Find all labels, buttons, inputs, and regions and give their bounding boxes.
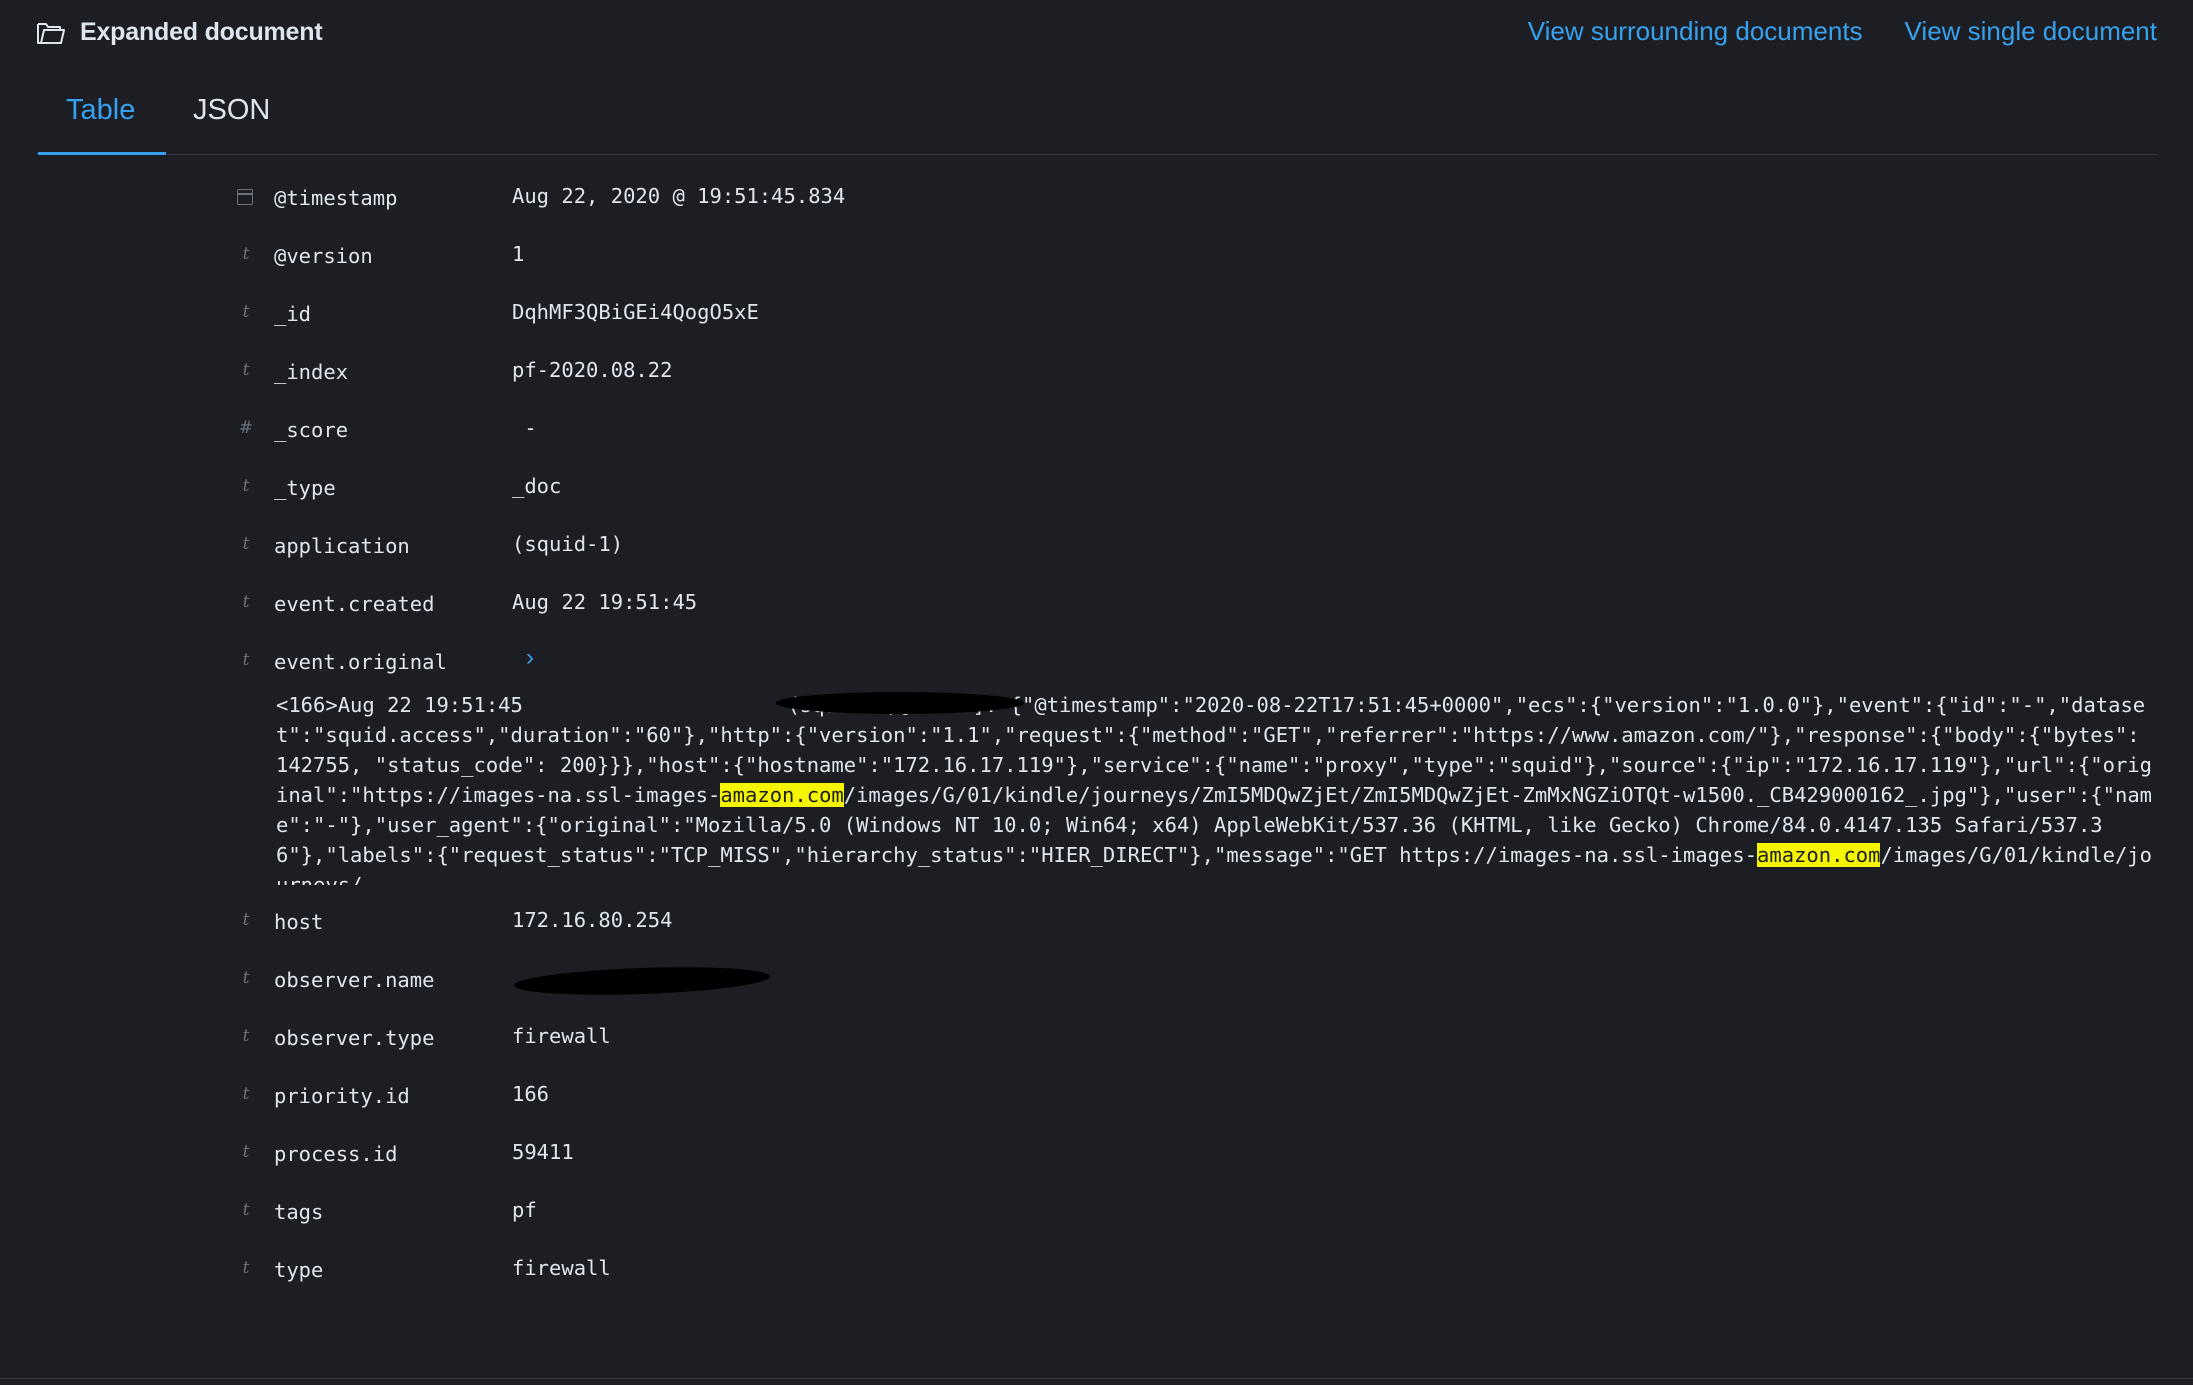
field-value: DqhMF3QBiGEi4QogO5xE bbox=[512, 300, 759, 324]
field-value: 172.16.80.254 bbox=[512, 908, 673, 932]
field-row-process-id: t process.id 59411 bbox=[236, 1134, 2157, 1192]
field-value: Aug 22, 2020 @ 19:51:45.834 bbox=[512, 184, 846, 208]
field-value: Aug 22 19:51:45 bbox=[512, 590, 698, 614]
field-name: _id bbox=[274, 302, 312, 326]
field-value: firewall bbox=[512, 1024, 611, 1048]
field-row-type: t _type _doc bbox=[236, 468, 2157, 526]
field-name: observer.name bbox=[274, 968, 435, 992]
field-value: pf-2020.08.22 bbox=[512, 358, 673, 382]
tab-table[interactable]: Table bbox=[66, 94, 135, 127]
string-type-icon: t bbox=[242, 476, 250, 496]
field-row-observer-name: t observer.name bbox=[236, 960, 2157, 1018]
view-single-document-link[interactable]: View single document bbox=[1905, 16, 2157, 47]
field-value: 166 bbox=[512, 1082, 550, 1106]
field-value: 59411 bbox=[512, 1140, 574, 1164]
footer-divider bbox=[0, 1378, 2193, 1379]
tab-json[interactable]: JSON bbox=[193, 94, 270, 127]
folder-open-icon bbox=[36, 19, 66, 47]
field-row-version: t @version 1 bbox=[236, 236, 2157, 294]
string-type-icon: t bbox=[242, 302, 250, 322]
document-tabs: Table JSON bbox=[38, 78, 2157, 155]
field-name: @timestamp bbox=[274, 186, 398, 210]
field-value: firewall bbox=[512, 1256, 611, 1280]
field-row-index: t _index pf-2020.08.22 bbox=[236, 352, 2157, 410]
string-type-icon: t bbox=[242, 1200, 250, 1220]
title-area: Expanded document bbox=[36, 18, 323, 47]
field-row-type-field: t type firewall bbox=[236, 1250, 2157, 1308]
string-type-icon: t bbox=[242, 360, 250, 380]
field-row-application: t application (squid-1) bbox=[236, 526, 2157, 584]
chevron-right-icon[interactable]: › bbox=[526, 644, 534, 672]
field-value: 1 bbox=[512, 242, 525, 266]
field-name: observer.type bbox=[274, 1026, 435, 1050]
string-type-icon: t bbox=[242, 1258, 250, 1278]
active-tab-indicator bbox=[38, 152, 166, 155]
redaction-mark bbox=[776, 692, 1024, 714]
field-name: type bbox=[274, 1258, 324, 1282]
field-name: event.original bbox=[274, 650, 447, 674]
string-type-icon: t bbox=[242, 650, 250, 670]
flyout-title: Expanded document bbox=[80, 18, 323, 46]
string-type-icon: t bbox=[242, 534, 250, 554]
string-type-icon: t bbox=[242, 1026, 250, 1046]
field-name: _type bbox=[274, 476, 336, 500]
search-highlight: amazon.com bbox=[720, 783, 844, 807]
string-type-icon: t bbox=[242, 1084, 250, 1104]
calendar-icon bbox=[237, 189, 253, 205]
document-links: View surrounding documents View single d… bbox=[1528, 16, 2157, 47]
field-name: process.id bbox=[274, 1142, 398, 1166]
field-name: priority.id bbox=[274, 1084, 410, 1108]
event-original-value: <166>Aug 22 19:51:45 (squid-1)[59411]: {… bbox=[276, 690, 2156, 885]
field-row-priority-id: t priority.id 166 bbox=[236, 1076, 2157, 1134]
view-surrounding-documents-link[interactable]: View surrounding documents bbox=[1528, 16, 1863, 47]
field-row-tags: t tags pf bbox=[236, 1192, 2157, 1250]
string-type-icon: t bbox=[242, 910, 250, 930]
flyout-header: Expanded document View surrounding docum… bbox=[36, 14, 2157, 54]
redacted-hostname bbox=[535, 692, 775, 712]
field-name: application bbox=[274, 534, 410, 558]
string-type-icon: t bbox=[242, 244, 250, 264]
field-row-id: t _id DqhMF3QBiGEi4QogO5xE bbox=[236, 294, 2157, 352]
field-row-timestamp: @timestamp Aug 22, 2020 @ 19:51:45.834 bbox=[236, 178, 2157, 236]
redaction-mark bbox=[513, 963, 771, 999]
field-name: event.created bbox=[274, 592, 435, 616]
string-type-icon: t bbox=[242, 1142, 250, 1162]
field-name: @version bbox=[274, 244, 373, 268]
field-name: host bbox=[274, 910, 324, 934]
field-name: _score bbox=[274, 418, 349, 442]
field-name: _index bbox=[274, 360, 349, 384]
field-value: pf bbox=[512, 1198, 537, 1222]
field-value: - bbox=[512, 416, 537, 440]
search-highlight: amazon.com bbox=[1757, 843, 1881, 867]
string-type-icon: t bbox=[242, 968, 250, 988]
string-type-icon: t bbox=[242, 592, 250, 612]
field-row-score: # _score - bbox=[236, 410, 2157, 468]
field-value: _doc bbox=[512, 474, 562, 498]
field-row-observer-type: t observer.type firewall bbox=[236, 1018, 2157, 1076]
field-row-host: t host 172.16.80.254 bbox=[236, 902, 2157, 960]
number-type-icon: # bbox=[238, 418, 254, 438]
field-row-event-created: t event.created Aug 22 19:51:45 bbox=[236, 584, 2157, 642]
field-name: tags bbox=[274, 1200, 324, 1224]
field-value: (squid-1) bbox=[512, 532, 624, 556]
event-original-text: <166>Aug 22 19:51:45 bbox=[276, 693, 536, 717]
